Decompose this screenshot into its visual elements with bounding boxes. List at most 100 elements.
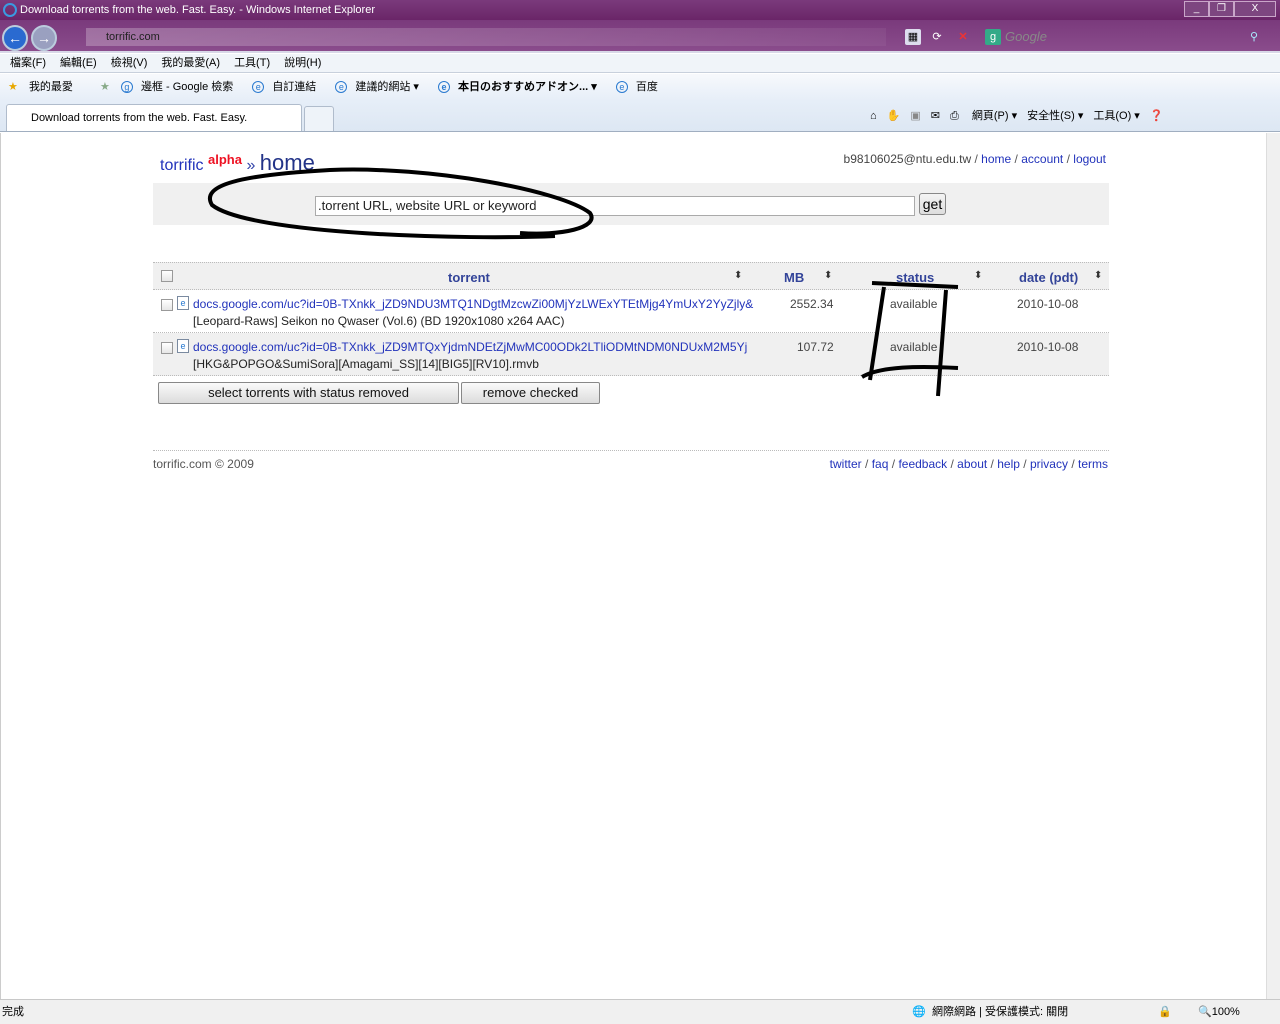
sort-icon[interactable]: ⬍ (824, 270, 832, 281)
fav-label: 建議的網站 ▾ (355, 81, 419, 93)
about-link[interactable]: about (957, 457, 987, 471)
minimize-button[interactable]: _ (1184, 1, 1209, 17)
search-icon[interactable]: ⚲ (1246, 29, 1262, 45)
help-icon[interactable]: ❓ (1150, 110, 1164, 122)
compat-view-icon[interactable]: ▦ (905, 29, 921, 45)
sort-icon[interactable]: ⬍ (974, 270, 982, 281)
select-all-checkbox[interactable] (161, 270, 173, 282)
home-link[interactable]: home (981, 152, 1011, 166)
safety-menu[interactable]: 安全性(S) ▾ (1027, 110, 1083, 122)
mail-icon[interactable]: ✉ (931, 110, 940, 122)
back-button[interactable]: ← (2, 25, 28, 51)
rss-icon[interactable]: ▣ (910, 110, 920, 122)
close-window-button[interactable]: X (1234, 1, 1276, 17)
date: 2010-10-08 (1017, 297, 1079, 311)
hand-icon[interactable]: ✋ (887, 110, 901, 122)
privacy-link[interactable]: privacy (1030, 457, 1068, 471)
window-title: Download torrents from the web. Fast. Ea… (20, 4, 375, 16)
status: available (890, 340, 938, 354)
ie-page-icon: e (252, 81, 265, 94)
menu-help[interactable]: 說明(H) (284, 57, 321, 69)
search-value: .torrent URL, website URL or keyword (318, 198, 537, 213)
home-icon[interactable]: ⌂ (870, 110, 877, 122)
restore-button[interactable]: ❐ (1209, 1, 1234, 17)
user-email: b98106025@ntu.edu.tw (843, 152, 972, 166)
header-mb[interactable]: MB (784, 270, 804, 285)
search-placeholder: Google (1005, 29, 1047, 44)
size-mb: 2552.34 (790, 297, 834, 311)
size-mb: 107.72 (797, 340, 834, 354)
menu-edit[interactable]: 編輯(E) (60, 57, 97, 69)
fav-item[interactable]: e 本日のおすすめアドオン... ▾ (438, 81, 605, 94)
page-menu[interactable]: 網頁(P) ▾ (972, 110, 1017, 122)
ie-page-icon: e (335, 81, 348, 94)
header-date[interactable]: date (pdt) (1019, 270, 1078, 285)
fav-item[interactable]: g 邊框 - Google 檢索 (120, 81, 241, 94)
forward-button[interactable]: → (31, 25, 57, 51)
title-bar: Download torrents from the web. Fast. Ea… (0, 0, 1280, 20)
menu-favorites[interactable]: 我的最愛(A) (161, 57, 220, 69)
stop-icon[interactable]: ✕ (955, 29, 971, 45)
security-zone[interactable]: 網際網路 | 受保護模式: 關閉 (932, 1000, 1068, 1024)
menu-view[interactable]: 檢視(V) (111, 57, 148, 69)
sort-icon[interactable]: ⬍ (1094, 270, 1102, 281)
torrent-link[interactable]: docs.google.com/uc?id=0B-TXnkk_jZD9NDU3M… (193, 297, 753, 311)
breadcrumb-separator: » (246, 157, 256, 174)
zoom-level[interactable]: 🔍100% (1198, 1000, 1240, 1024)
help-link[interactable]: help (997, 457, 1020, 471)
header-torrent[interactable]: torrent (448, 270, 490, 285)
footer-divider (153, 450, 1109, 451)
fav-item[interactable]: e 百度 (615, 81, 666, 94)
google-icon: g (120, 81, 133, 94)
terms-link[interactable]: terms (1078, 457, 1108, 471)
print-icon[interactable]: ⎙ (950, 110, 959, 122)
tab-title: Download torrents from the web. Fast. Ea… (31, 112, 248, 124)
fav-item[interactable]: e 建議的網站 ▾ (335, 81, 427, 94)
header-status[interactable]: status (896, 270, 934, 285)
copyright: torrific.com © 2009 (153, 457, 254, 471)
status-text: 完成 (2, 1006, 24, 1018)
url-text: torrific.com (106, 31, 160, 43)
favorites-label: 我的最愛 (28, 81, 73, 93)
tools-menu[interactable]: 工具(O) ▾ (1093, 110, 1139, 122)
vertical-scrollbar[interactable] (1266, 133, 1280, 999)
favorites-button[interactable]: ★ 我的最愛 (8, 81, 81, 93)
footer-links: twitter / faq / feedback / about / help … (829, 457, 1108, 471)
row-checkbox[interactable] (161, 342, 173, 354)
add-favorite-icon[interactable]: ★ (100, 81, 110, 93)
fav-label: 邊框 - Google 檢索 (140, 81, 234, 93)
menu-tools[interactable]: 工具(T) (234, 57, 270, 69)
ie-page-icon: e (438, 81, 451, 94)
torrent-search-input[interactable]: .torrent URL, website URL or keyword (315, 196, 915, 216)
zoom-value: 100% (1211, 1006, 1240, 1018)
fav-item[interactable]: e 自訂連結 (252, 81, 324, 94)
account-link[interactable]: account (1021, 152, 1063, 166)
twitter-link[interactable]: twitter (830, 457, 862, 471)
lock-icon[interactable]: 🔒 (1158, 1000, 1172, 1024)
search-box[interactable]: Google (1005, 28, 1235, 46)
remove-checked-button[interactable]: remove checked (461, 382, 600, 404)
ie-logo-icon (3, 3, 17, 17)
menu-bar: 檔案(F) 編輯(E) 檢視(V) 我的最愛(A) 工具(T) 說明(H) (0, 54, 1280, 73)
logout-link[interactable]: logout (1073, 152, 1106, 166)
torrent-link[interactable]: docs.google.com/uc?id=0B-TXnkk_jZD9MTQxY… (193, 340, 747, 354)
feedback-link[interactable]: feedback (898, 457, 947, 471)
get-button[interactable]: get (919, 193, 946, 215)
fav-label: 百度 (635, 81, 658, 93)
table-header (153, 262, 1109, 290)
brand-link[interactable]: torrific (160, 157, 204, 174)
new-tab-button[interactable] (304, 106, 334, 131)
alpha-badge: alpha (208, 152, 242, 167)
file-icon: e (177, 339, 189, 353)
fav-label: 自訂連結 (272, 81, 317, 93)
select-removed-button[interactable]: select torrents with status removed (158, 382, 459, 404)
menu-file[interactable]: 檔案(F) (10, 57, 46, 69)
faq-link[interactable]: faq (872, 457, 889, 471)
refresh-icon[interactable]: ⟳ (929, 29, 945, 45)
command-bar: ⌂ ✋ ▣ ✉ ⎙ 網頁(P) ▾ 安全性(S) ▾ 工具(O) ▾ ❓ (870, 106, 1174, 126)
user-links: b98106025@ntu.edu.tw / home / account / … (843, 152, 1106, 166)
row-checkbox[interactable] (161, 299, 173, 311)
address-input[interactable]: torrific.com (86, 28, 886, 46)
tab-active[interactable]: Download torrents from the web. Fast. Ea… (6, 104, 302, 131)
sort-icon[interactable]: ⬍ (734, 270, 742, 281)
